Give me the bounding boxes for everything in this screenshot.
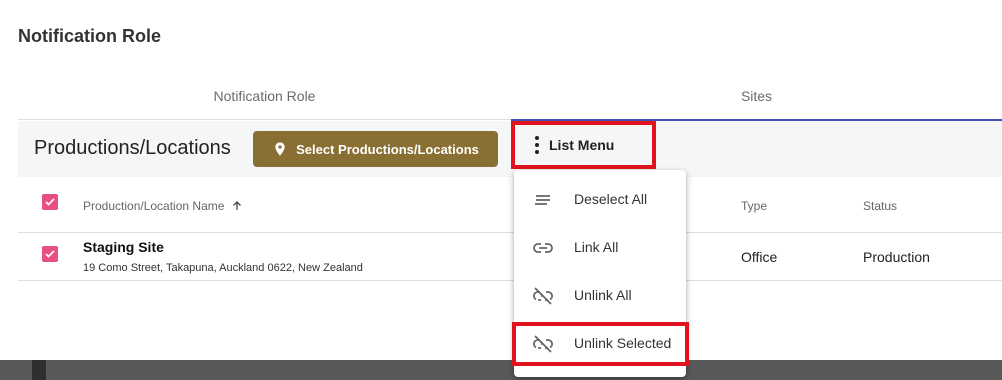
tab-bar: Notification Role Sites — [18, 72, 1002, 121]
menu-item-unlink-selected[interactable]: Unlink Selected — [514, 320, 686, 368]
table-header: Production/Location Name Type Status — [18, 177, 1002, 233]
list-menu-label: List Menu — [549, 137, 615, 153]
select-button-label: Select Productions/Locations — [296, 141, 479, 157]
menu-item-label: Unlink Selected — [574, 335, 672, 351]
menu-item-deselect-all[interactable]: Deselect All — [514, 176, 686, 224]
link-off-icon — [533, 287, 553, 305]
background-scrollbar — [32, 360, 46, 380]
select-all-checkbox[interactable] — [42, 194, 58, 210]
tab-sites-label: Sites — [740, 88, 773, 104]
location-pin-icon — [275, 142, 285, 156]
deselect-icon — [535, 195, 550, 205]
arrow-up-icon — [232, 201, 241, 210]
tab-sites[interactable]: Sites — [511, 72, 1002, 121]
row-checkbox[interactable] — [42, 246, 58, 262]
row-address: 19 Como Street, Takapuna, Auckland 0622,… — [83, 262, 363, 274]
menu-item-label: Unlink All — [574, 287, 632, 303]
select-productions-locations-button[interactable]: Select Productions/Locations — [253, 131, 498, 167]
page: Notification Role Notification Role Site… — [0, 0, 1002, 360]
menu-item-unlink-all[interactable]: Unlink All — [514, 272, 686, 320]
column-header-status[interactable]: Status — [863, 199, 897, 213]
row-status: Production — [863, 249, 930, 265]
section-title: Productions/Locations — [34, 137, 231, 159]
background-overlay — [0, 360, 1002, 380]
tab-notification-role[interactable]: Notification Role — [18, 72, 511, 120]
toolbar: Productions/Locations Select Productions… — [18, 121, 1002, 177]
link-icon — [533, 243, 553, 253]
page-title: Notification Role — [18, 26, 161, 46]
check-icon — [45, 198, 55, 206]
menu-item-label: Deselect All — [574, 191, 648, 207]
row-name: Staging Site — [83, 239, 164, 255]
menu-item-label: Link All — [574, 239, 619, 255]
column-header-name[interactable]: Production/Location Name — [83, 199, 243, 213]
list-menu-dropdown: Deselect All Link All Unlink All Unlink … — [514, 170, 686, 377]
table-row[interactable]: Staging Site 19 Como Street, Takapuna, A… — [18, 233, 1002, 281]
check-icon — [45, 250, 55, 258]
menu-item-link-all[interactable]: Link All — [514, 224, 686, 272]
column-header-name-label: Production/Location Name — [83, 199, 225, 213]
column-header-type[interactable]: Type — [741, 199, 767, 213]
list-menu-button[interactable]: List Menu — [511, 121, 656, 169]
link-off-icon — [533, 335, 553, 353]
row-type: Office — [741, 249, 778, 265]
more-vertical-icon — [535, 136, 539, 154]
